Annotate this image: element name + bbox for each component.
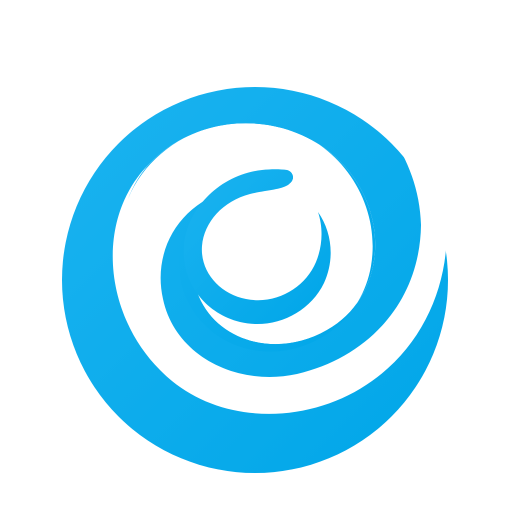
icon-canvas: [0, 0, 512, 512]
swirl-logo-icon: [62, 87, 448, 473]
